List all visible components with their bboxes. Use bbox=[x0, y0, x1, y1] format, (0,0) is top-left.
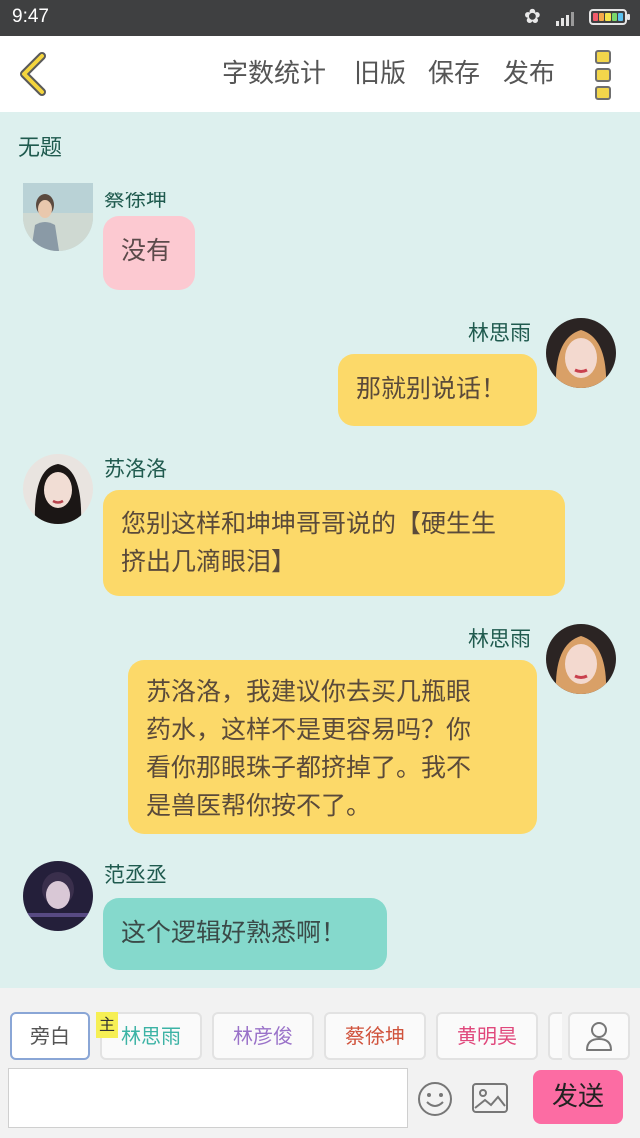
character-label: 蔡徐坤 bbox=[345, 1024, 405, 1048]
sender-name: 林思雨 bbox=[468, 321, 531, 345]
image-icon[interactable] bbox=[470, 1080, 510, 1116]
message-bubble[interactable]: 那就别说话！ bbox=[338, 354, 537, 426]
message-line: 苏洛洛，我建议你去买几瓶眼 bbox=[146, 677, 472, 706]
chevron-left-icon[interactable] bbox=[12, 48, 58, 100]
character-label: 林思雨 bbox=[121, 1024, 181, 1048]
character-label: 黄明昊 bbox=[457, 1024, 517, 1048]
sender-name: 蔡徐坤 bbox=[104, 187, 167, 211]
message-line: 挤出几滴眼泪】 bbox=[121, 547, 297, 576]
sender-name: 林思雨 bbox=[468, 627, 531, 651]
character-tab-huang-minghao[interactable]: 黄明昊 bbox=[436, 1012, 538, 1060]
clover-icon: ✿ bbox=[524, 4, 541, 28]
message-line: 您别这样和坤坤哥哥说的【硬生生 bbox=[121, 509, 497, 538]
save-button[interactable]: 保存 bbox=[428, 54, 480, 94]
message-bubble[interactable]: 苏洛洛，我建议你去买几瓶眼 药水，这样不是更容易吗？你 看你那眼珠子都挤掉了。我… bbox=[128, 660, 537, 834]
message-bubble[interactable]: 没有 bbox=[103, 216, 195, 290]
character-label: 林彦俊 bbox=[233, 1024, 293, 1048]
smiley-icon[interactable] bbox=[416, 1080, 454, 1118]
story-title[interactable]: 无题 bbox=[18, 130, 62, 162]
character-tab-cai-xukun[interactable]: 蔡徐坤 bbox=[324, 1012, 426, 1060]
more-vertical-icon[interactable] bbox=[588, 50, 618, 100]
avatar[interactable] bbox=[23, 861, 93, 931]
old-version-button[interactable]: 旧版 bbox=[354, 54, 406, 94]
battery-icon bbox=[589, 9, 630, 25]
character-tab-overflow[interactable] bbox=[548, 1012, 562, 1060]
avatar[interactable] bbox=[546, 624, 616, 694]
signal-icon bbox=[556, 12, 574, 26]
status-time: 9:47 bbox=[12, 6, 49, 27]
avatar[interactable] bbox=[546, 318, 616, 388]
message-input[interactable] bbox=[8, 1068, 408, 1128]
message-line: 药水，这样不是更容易吗？你 bbox=[146, 715, 472, 744]
sender-name: 范丞丞 bbox=[104, 863, 167, 887]
sender-name: 苏洛洛 bbox=[104, 457, 167, 481]
send-button[interactable]: 发送 bbox=[533, 1070, 623, 1124]
character-tab-narration[interactable]: 旁白 bbox=[10, 1012, 90, 1060]
message-line: 是兽医帮你按不了。 bbox=[146, 791, 372, 820]
avatar[interactable] bbox=[23, 183, 93, 251]
message-bubble[interactable]: 您别这样和坤坤哥哥说的【硬生生 挤出几滴眼泪】 bbox=[103, 490, 565, 596]
character-tab-lin-yanjun[interactable]: 林彦俊 bbox=[212, 1012, 314, 1060]
message-bubble[interactable]: 这个逻辑好熟悉啊！ bbox=[103, 898, 387, 970]
editor-toolbar: 字数统计 旧版 保存 发布 bbox=[0, 36, 640, 112]
message-line: 看你那眼珠子都挤掉了。我不 bbox=[146, 753, 472, 782]
status-bar: 9:47 ✿ bbox=[0, 0, 640, 36]
word-count-button[interactable]: 字数统计 bbox=[222, 54, 326, 94]
character-label: 旁白 bbox=[30, 1024, 70, 1048]
publish-button[interactable]: 发布 bbox=[503, 54, 555, 94]
add-character-button[interactable] bbox=[568, 1012, 630, 1060]
host-badge: 主 bbox=[96, 1012, 118, 1038]
avatar[interactable] bbox=[23, 454, 93, 524]
person-icon bbox=[586, 1022, 612, 1051]
